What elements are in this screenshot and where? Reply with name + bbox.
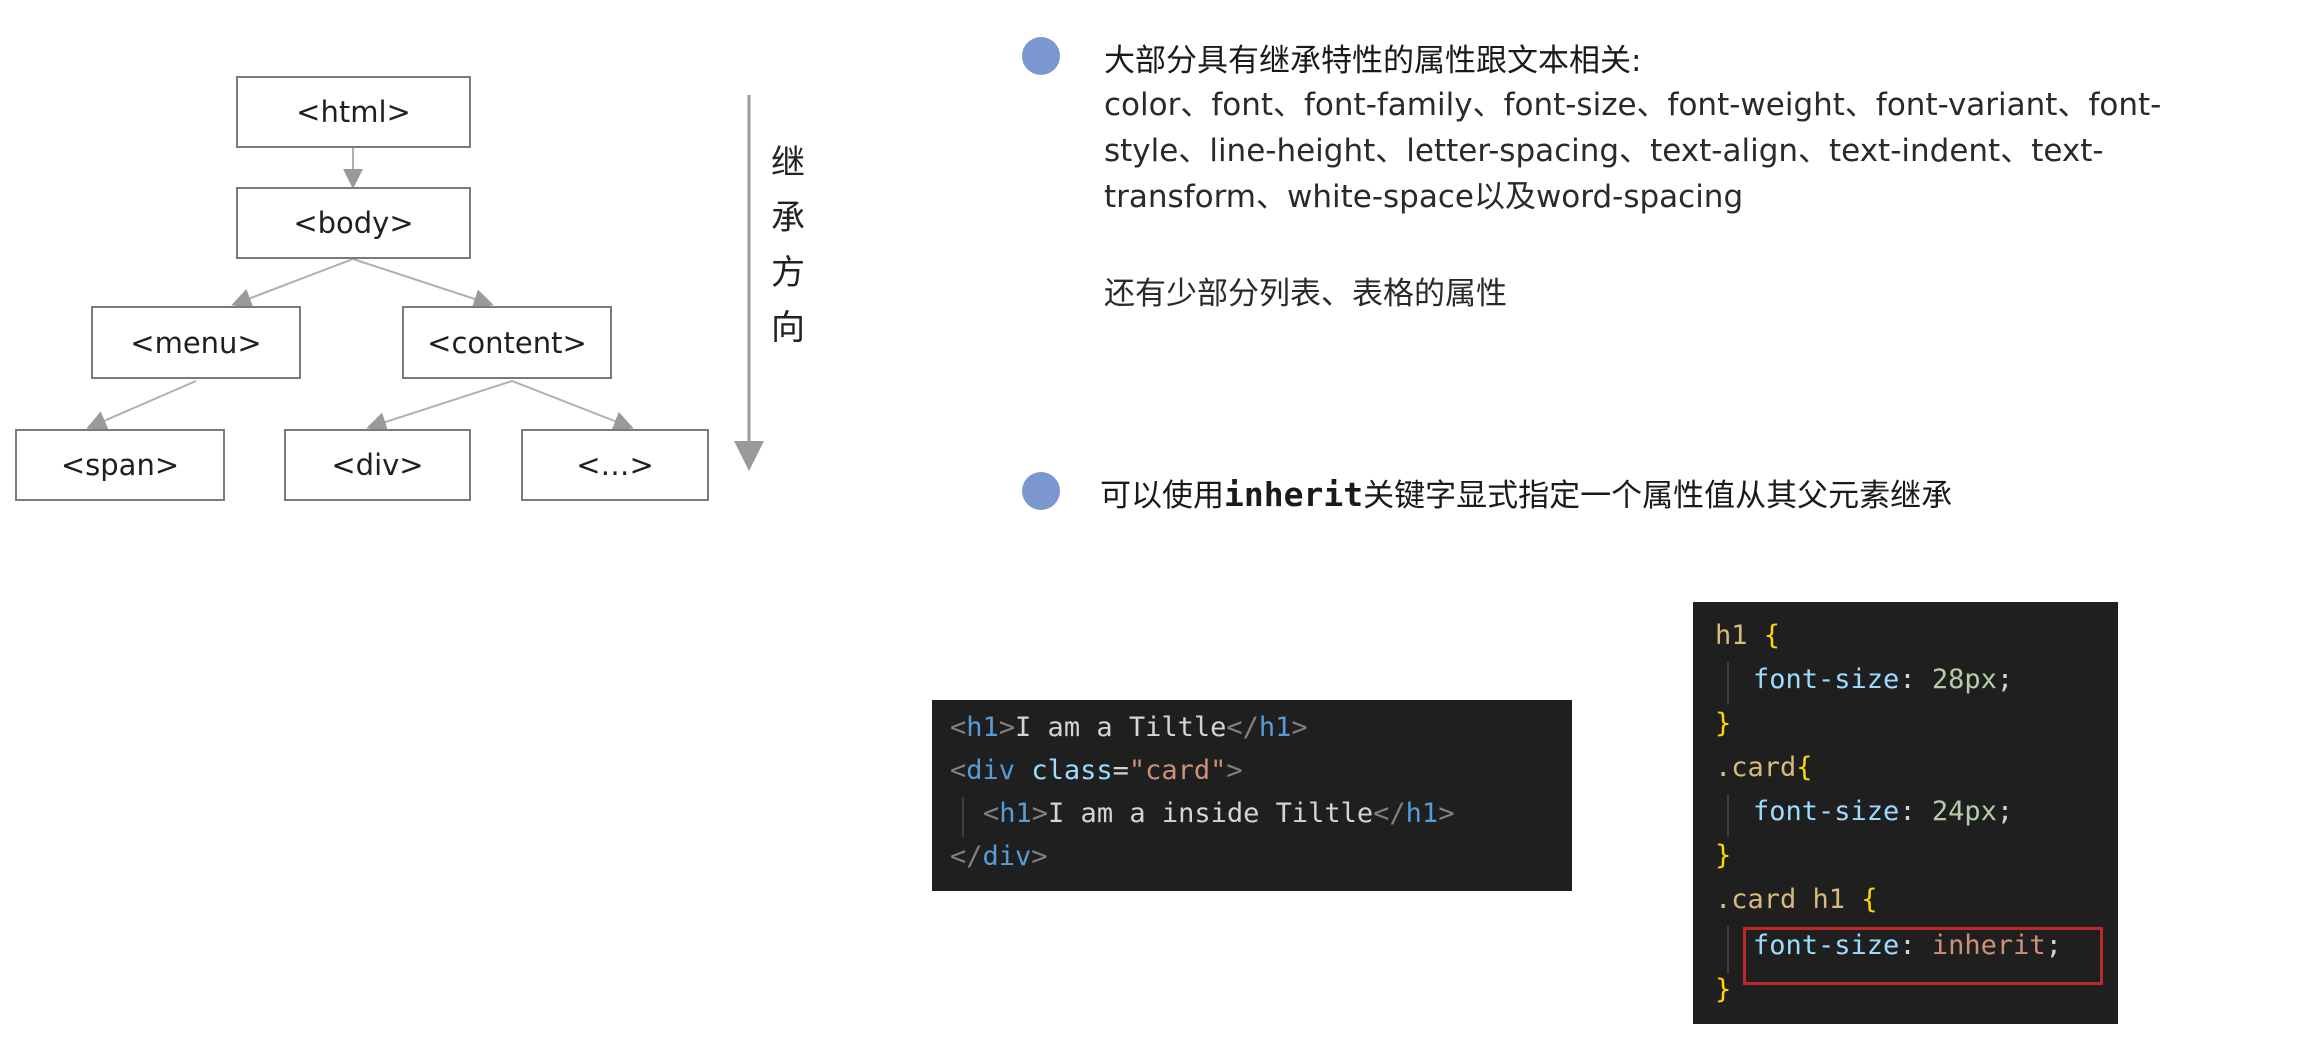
point-1-extra: 还有少部分列表、表格的属性 xyxy=(1104,276,1507,312)
inherit-highlight-box xyxy=(1743,927,2103,985)
bullet-dot xyxy=(1022,472,1060,510)
edge-menu-span xyxy=(86,380,197,430)
node-body: <body> xyxy=(236,187,471,259)
inherited-properties-list: color、font、font-family、font-size、font-we… xyxy=(1104,87,2162,215)
code-line: font-size: 24px; xyxy=(1753,796,2014,827)
node-content: <content> xyxy=(402,306,612,379)
point-2-prefix: 可以使用 xyxy=(1100,478,1224,514)
code-line: } xyxy=(1715,708,1732,739)
code-line: .card h1 { xyxy=(1715,884,1878,915)
point-1-title: 大部分具有继承特性的属性跟文本相关: xyxy=(1104,43,1642,79)
edge-body-menu xyxy=(231,258,354,308)
html-code-snippet: <h1>I am a Tiltle</h1> <div class="card"… xyxy=(932,700,1572,891)
code-line: <h1>I am a inside Tiltle</h1> xyxy=(983,798,1455,829)
code-line: <h1>I am a Tiltle</h1> xyxy=(950,712,1308,743)
bullet-dot xyxy=(1022,37,1060,75)
code-line: font-size: 28px; xyxy=(1753,664,2014,695)
node-div: <div> xyxy=(284,429,471,501)
code-line: } xyxy=(1715,840,1732,871)
edge-content-etc xyxy=(511,380,634,431)
node-etc: <…> xyxy=(521,429,709,501)
node-menu: <menu> xyxy=(91,306,301,379)
code-line: <div class="card"> xyxy=(950,755,1243,786)
indent-guide xyxy=(1727,662,1729,704)
node-span: <span> xyxy=(15,429,225,501)
code-line: </div> xyxy=(950,841,1048,872)
code-line: h1 { xyxy=(1715,620,1781,651)
indent-guide xyxy=(962,797,964,837)
direction-label: 继承方向 xyxy=(771,143,805,348)
code-line: .card{ xyxy=(1715,752,1813,783)
edge-body-content xyxy=(352,258,494,309)
edge-content-div xyxy=(366,380,513,432)
point-2-suffix: 关键字显式指定一个属性值从其父元素继承 xyxy=(1363,478,1953,514)
indent-guide xyxy=(1727,926,1729,974)
point-2-text: 可以使用inherit关键字显式指定一个属性值从其父元素继承 xyxy=(1100,470,1952,515)
node-html: <html> xyxy=(236,76,471,148)
code-line: } xyxy=(1715,974,1732,1005)
indent-guide xyxy=(1727,794,1729,836)
inherit-keyword: inherit xyxy=(1224,475,1364,514)
